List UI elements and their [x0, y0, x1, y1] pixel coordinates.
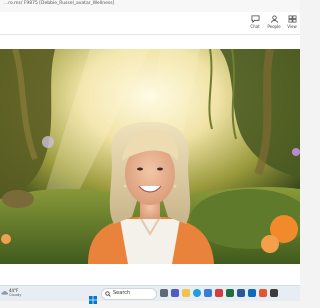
orange-flower: [261, 235, 279, 253]
flower-left: [42, 136, 54, 148]
earring: [173, 184, 177, 188]
view-grid-icon: [288, 15, 296, 23]
video-frame: [0, 49, 300, 264]
start-icon[interactable]: [89, 289, 97, 304]
windows-taskbar: 44°F Cloudy Search: [0, 285, 300, 304]
earring: [123, 184, 127, 188]
browser-title-bar: ...ro.ms/ F9875 [Debbie_Russel_avatar_We…: [0, 0, 300, 12]
left-eye: [137, 167, 143, 171]
right-eye: [157, 167, 163, 171]
presenter-top: [120, 219, 180, 264]
windows-logo-icon: [89, 296, 97, 304]
edge-icon[interactable]: [193, 289, 201, 297]
meeting-stage: [0, 35, 300, 285]
mail-icon[interactable]: [215, 289, 223, 297]
cloud-icon: [1, 291, 9, 295]
participant-video[interactable]: [0, 49, 300, 264]
window-title: ...ro.ms/ F9875 [Debbie_Russel_avatar_We…: [4, 1, 115, 6]
outlook-icon[interactable]: [248, 289, 256, 297]
camera-icon[interactable]: [270, 289, 278, 297]
flower-bottom-left: [1, 234, 11, 244]
explorer-icon[interactable]: [182, 289, 190, 297]
forest-creature: [2, 190, 34, 208]
word-icon[interactable]: [237, 289, 245, 297]
calendar-icon[interactable]: [259, 289, 267, 297]
weather-widget[interactable]: 44°F Cloudy: [0, 288, 22, 299]
chat-icon: [251, 15, 259, 23]
people-button[interactable]: People: [265, 14, 283, 33]
task-view-icon[interactable]: [160, 289, 168, 297]
chat-button[interactable]: Chat: [246, 14, 264, 33]
taskbar-search[interactable]: Search: [101, 288, 157, 300]
people-icon: [270, 15, 278, 23]
search-placeholder: Search: [113, 290, 131, 296]
excel-icon[interactable]: [226, 289, 234, 297]
meeting-toolbar: Chat People View: [0, 12, 300, 35]
view-label: View: [287, 24, 297, 29]
view-button[interactable]: View: [283, 14, 301, 33]
chat-label: Chat: [250, 24, 260, 29]
people-label: People: [267, 24, 281, 29]
search-icon: [105, 291, 111, 297]
store-icon[interactable]: [204, 289, 212, 297]
weather-condition: Cloudy: [9, 293, 22, 297]
purple-flower: [292, 148, 300, 156]
teams-icon[interactable]: [171, 289, 179, 297]
